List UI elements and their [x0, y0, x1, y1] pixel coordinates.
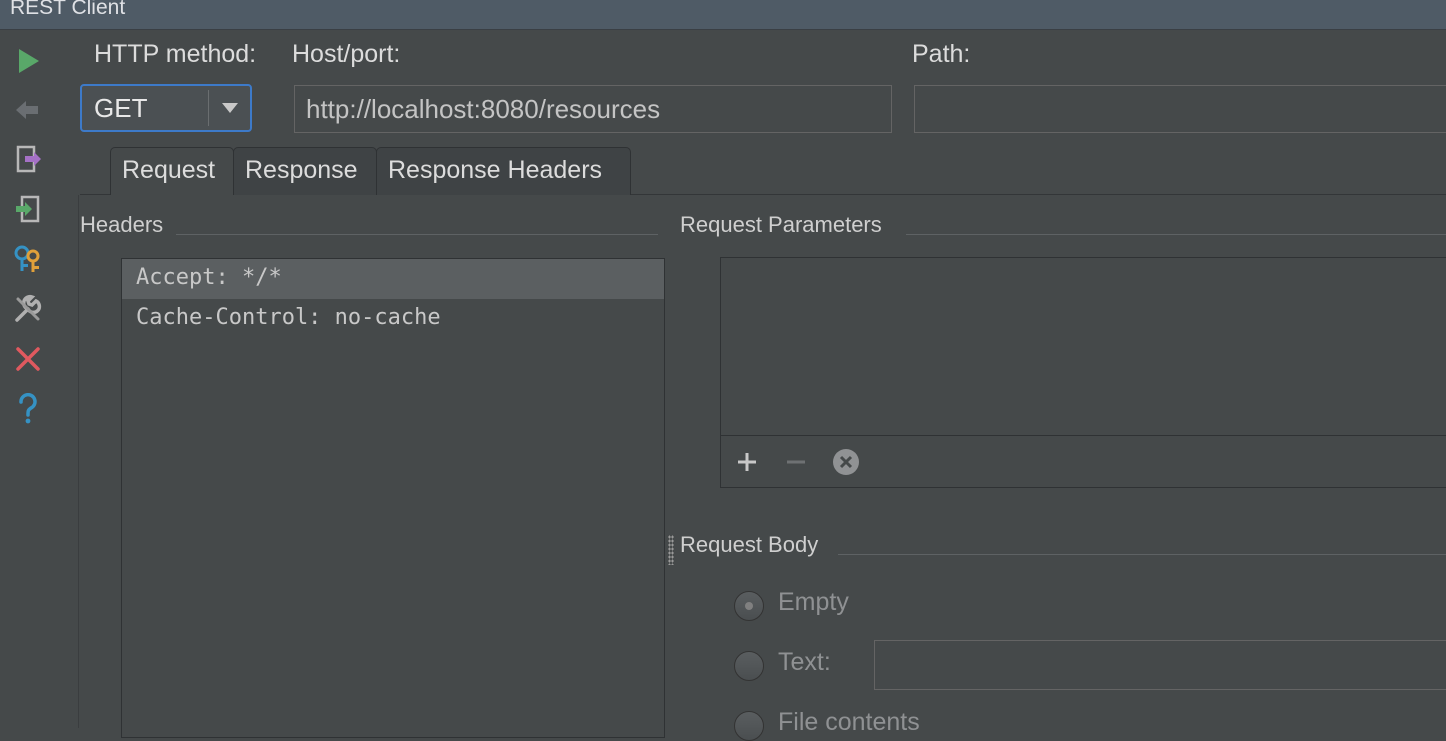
import-icon	[16, 195, 40, 223]
path-label: Path:	[912, 40, 971, 68]
run-button[interactable]	[12, 45, 44, 77]
request-body-title: Request Body	[680, 532, 819, 557]
run-icon	[19, 49, 39, 73]
params-title-rule	[906, 234, 1446, 235]
params-divider	[721, 435, 1446, 436]
http-method-select[interactable]: GET	[80, 84, 252, 132]
body-file-label: File contents	[778, 708, 920, 736]
list-item[interactable]: Accept: */*	[122, 259, 664, 299]
close-button[interactable]	[12, 343, 44, 375]
host-port-input[interactable]: http://localhost:8080/resources	[294, 85, 892, 133]
title-bar: REST Client	[0, 0, 1446, 30]
export-icon	[16, 145, 41, 173]
body-empty-radio[interactable]	[734, 591, 764, 621]
keys-icon	[14, 245, 40, 272]
close-icon	[16, 347, 40, 371]
chevron-down-icon[interactable]	[222, 103, 238, 113]
headers-list[interactable]: Accept: */* Cache-Control: no-cache	[121, 258, 665, 738]
settings-button[interactable]	[12, 293, 44, 325]
add-icon	[738, 453, 756, 471]
http-method-label: HTTP method:	[94, 40, 257, 68]
help-button[interactable]	[12, 393, 44, 425]
export-request-button[interactable]	[12, 143, 44, 175]
path-input[interactable]	[914, 85, 1446, 133]
toolbar-divider	[78, 195, 79, 728]
clear-parameters-button[interactable]	[829, 445, 863, 479]
import-request-button[interactable]	[12, 193, 44, 225]
headers-title-rule	[176, 234, 658, 235]
host-port-label: Host/port:	[292, 40, 401, 68]
add-parameter-button[interactable]	[730, 445, 764, 479]
headers-title: Headers	[80, 212, 164, 237]
http-method-value: GET	[94, 93, 148, 123]
body-file-radio[interactable]	[734, 711, 764, 741]
body-text-radio[interactable]	[734, 651, 764, 681]
clear-icon	[833, 449, 859, 475]
tab-response-headers[interactable]: Response Headers	[376, 147, 631, 195]
remove-icon	[787, 460, 805, 464]
window-title: REST Client	[10, 0, 126, 19]
body-text-label: Text:	[778, 648, 831, 676]
request-parameters-title: Request Parameters	[680, 212, 882, 237]
wrench-icon	[15, 294, 42, 322]
side-toolbar	[0, 31, 56, 728]
body-text-input[interactable]	[874, 640, 1446, 690]
body-empty-label: Empty	[778, 588, 849, 616]
tab-response[interactable]: Response	[233, 147, 377, 195]
host-port-value: http://localhost:8080/resources	[306, 94, 661, 124]
help-icon	[19, 393, 37, 424]
splitter-handle[interactable]	[668, 535, 674, 565]
body-title-rule	[838, 554, 1446, 555]
back-arrow-icon	[16, 101, 38, 119]
list-item[interactable]: Cache-Control: no-cache	[122, 299, 664, 339]
radio-selected-dot	[745, 602, 753, 610]
certificates-button[interactable]	[12, 243, 44, 275]
remove-parameter-button[interactable]	[779, 445, 813, 479]
request-parameters-table[interactable]	[720, 257, 1446, 488]
back-button[interactable]	[12, 94, 44, 126]
combo-separator	[208, 90, 209, 126]
tab-request[interactable]: Request	[110, 147, 234, 195]
